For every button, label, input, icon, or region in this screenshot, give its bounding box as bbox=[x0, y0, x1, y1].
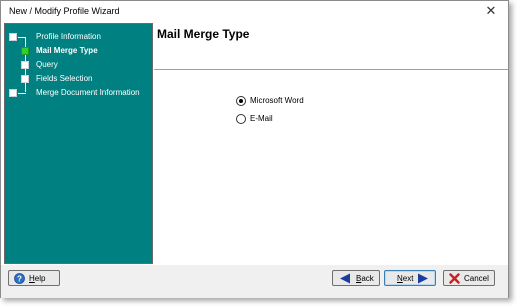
radio-label: E-Mail bbox=[250, 114, 273, 123]
step-current-icon bbox=[21, 47, 29, 55]
wizard-window: New / Modify Profile Wizard ✕ Profile In… bbox=[0, 0, 509, 298]
step-label: Profile Information bbox=[36, 32, 101, 41]
radio-unselected-icon bbox=[236, 114, 246, 124]
red-x-icon bbox=[449, 273, 460, 286]
next-button[interactable]: Next bbox=[384, 270, 436, 286]
title-bar: New / Modify Profile Wizard ✕ bbox=[1, 1, 508, 22]
step-merge-document-information[interactable]: Merge Document Information bbox=[5, 87, 154, 99]
window-title: New / Modify Profile Wizard bbox=[9, 6, 120, 16]
page-header: Mail Merge Type bbox=[154, 23, 508, 70]
close-icon[interactable]: ✕ bbox=[484, 4, 498, 18]
button-bar: ? Help Back Next Cancel bbox=[1, 265, 508, 298]
svg-text:?: ? bbox=[17, 274, 22, 283]
tree-branch bbox=[18, 93, 26, 94]
back-button[interactable]: Back bbox=[332, 270, 380, 286]
step-pending-icon bbox=[9, 89, 17, 97]
radio-label: Microsoft Word bbox=[250, 96, 304, 105]
help-button[interactable]: ? Help bbox=[8, 270, 60, 286]
next-label: Next bbox=[397, 274, 414, 283]
step-pending-icon bbox=[21, 75, 29, 83]
arrow-left-icon bbox=[339, 273, 351, 286]
question-icon: ? bbox=[14, 273, 25, 286]
step-pending-icon bbox=[21, 61, 29, 69]
step-label: Mail Merge Type bbox=[36, 46, 98, 55]
step-mail-merge-type[interactable]: Mail Merge Type bbox=[5, 45, 154, 57]
step-query[interactable]: Query bbox=[5, 59, 154, 71]
tree-branch bbox=[18, 37, 26, 38]
step-label: Merge Document Information bbox=[36, 88, 140, 97]
arrow-right-icon bbox=[417, 273, 429, 286]
help-label: Help bbox=[29, 274, 46, 283]
cancel-button[interactable]: Cancel bbox=[443, 270, 495, 286]
back-label: Back bbox=[356, 274, 374, 283]
step-fields-selection[interactable]: Fields Selection bbox=[5, 73, 154, 85]
step-label: Fields Selection bbox=[36, 74, 93, 83]
step-label: Query bbox=[36, 60, 58, 69]
cancel-label: Cancel bbox=[464, 274, 489, 283]
page-title: Mail Merge Type bbox=[157, 27, 250, 41]
steps-sidebar: Profile Information Mail Merge Type Quer… bbox=[4, 23, 153, 264]
radio-selected-icon bbox=[236, 96, 246, 106]
step-done-icon bbox=[9, 33, 17, 41]
step-profile-information[interactable]: Profile Information bbox=[5, 31, 154, 43]
